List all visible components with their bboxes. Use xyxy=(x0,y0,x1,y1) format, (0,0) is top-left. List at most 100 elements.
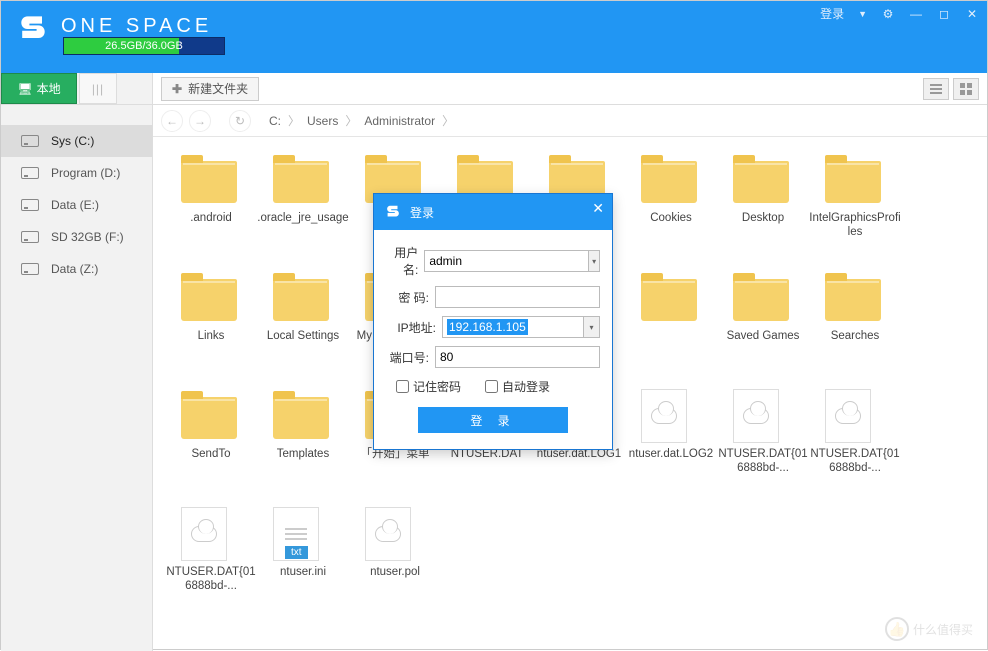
password-label: 密 码: xyxy=(386,289,429,306)
folder-icon xyxy=(733,279,789,321)
file-label: .android xyxy=(190,211,232,225)
file-item[interactable]: .android xyxy=(165,149,257,267)
toolbar: ✚ 新建文件夹 xyxy=(153,73,987,105)
sidebar: 🖥 本地 ||| Sys (C:) Program (D:)Data (E:) SD… xyxy=(1,73,153,651)
drive-item[interactable]: Data (Z:) xyxy=(1,253,152,285)
port-label: 端口号: xyxy=(386,349,429,366)
app-header: ONE SPACE 26.5GB/36.0GB 登录 ▼ ⚙ — ◻ ✕ xyxy=(1,1,987,73)
close-button[interactable]: ✕ xyxy=(965,7,979,21)
drive-item[interactable]: SD 32GB (F:) xyxy=(1,221,152,253)
username-dropdown-icon[interactable]: ▾ xyxy=(589,250,600,272)
login-dropdown-icon[interactable]: ▼ xyxy=(858,9,867,19)
file-label: NTUSER.DAT{016888bd-... xyxy=(809,447,901,475)
port-input[interactable] xyxy=(435,346,600,368)
view-grid-button[interactable] xyxy=(953,78,979,100)
drive-icon xyxy=(21,231,39,243)
dialog-header[interactable]: 登录 ✕ xyxy=(374,194,612,230)
file-item[interactable]: Cookies xyxy=(625,149,717,267)
folder-icon xyxy=(273,397,329,439)
drive-icon xyxy=(21,199,39,211)
folder-icon xyxy=(733,161,789,203)
file-icon xyxy=(825,389,871,443)
cloud-icon xyxy=(743,408,769,424)
settings-icon[interactable]: ⚙ xyxy=(881,7,895,21)
file-label: ntuser.pol xyxy=(370,565,420,579)
drive-item[interactable]: Sys (C:) xyxy=(1,125,152,157)
file-icon xyxy=(365,507,411,561)
drive-icon xyxy=(21,167,39,179)
file-item[interactable]: Local Settings xyxy=(257,267,349,385)
file-icon: txt xyxy=(273,507,319,561)
header-login-link[interactable]: 登录 xyxy=(820,5,844,22)
username-input[interactable] xyxy=(424,250,589,272)
file-icon xyxy=(181,507,227,561)
dialog-close-button[interactable]: ✕ xyxy=(592,200,604,217)
nav-forward-button[interactable]: → xyxy=(189,110,211,132)
app-title: ONE SPACE xyxy=(61,15,212,38)
file-label: ntuser.dat.LOG2 xyxy=(629,447,713,461)
storage-text: 26.5GB/36.0GB xyxy=(105,40,183,52)
chevron-right-icon: 〉 xyxy=(345,112,357,129)
drive-label: Data (Z:) xyxy=(51,262,98,276)
drive-item[interactable]: Data (E:) xyxy=(1,189,152,221)
file-item[interactable]: NTUSER.DAT{016888bd-... xyxy=(165,503,257,621)
nav-back-button[interactable]: ← xyxy=(161,110,183,132)
file-item[interactable]: Desktop xyxy=(717,149,809,267)
file-label: Templates xyxy=(277,447,329,461)
file-item[interactable]: Links xyxy=(165,267,257,385)
file-label: Cookies xyxy=(650,211,692,225)
file-item[interactable]: ntuser.pol xyxy=(349,503,441,621)
password-input[interactable] xyxy=(435,286,600,308)
remember-password-checkbox[interactable]: 记住密码 xyxy=(396,378,461,395)
file-item[interactable]: txtntuser.ini xyxy=(257,503,349,621)
view-list-button[interactable] xyxy=(923,78,949,100)
file-item[interactable]: ntuser.dat.LOG2 xyxy=(625,385,717,503)
folder-icon xyxy=(181,397,237,439)
folder-icon xyxy=(641,161,697,203)
login-submit-button[interactable]: 登 录 xyxy=(418,407,568,433)
local-tab[interactable]: 🖥 本地 xyxy=(1,73,77,104)
file-item[interactable]: .oracle_jre_usage xyxy=(257,149,349,267)
drive-icon xyxy=(21,263,39,275)
file-label: Searches xyxy=(831,329,880,343)
file-label: Saved Games xyxy=(727,329,800,343)
file-item[interactable]: Templates xyxy=(257,385,349,503)
minimize-button[interactable]: — xyxy=(909,7,923,21)
auto-login-checkbox[interactable]: 自动登录 xyxy=(485,378,550,395)
breadcrumb-segment[interactable]: Administrator xyxy=(358,112,441,130)
file-icon xyxy=(733,389,779,443)
new-folder-button[interactable]: ✚ 新建文件夹 xyxy=(161,77,259,101)
chevron-right-icon: 〉 xyxy=(442,112,454,129)
file-item[interactable]: Searches xyxy=(809,267,901,385)
file-item[interactable]: NTUSER.DAT{016888bd-... xyxy=(809,385,901,503)
dialog-logo-icon xyxy=(384,203,402,221)
file-item[interactable] xyxy=(625,267,717,385)
breadcrumb-segment[interactable]: C: xyxy=(263,112,287,130)
monitor-icon: 🖥 xyxy=(17,82,32,96)
file-item[interactable]: SendTo xyxy=(165,385,257,503)
refresh-button[interactable]: ↻ xyxy=(229,110,251,132)
ip-dropdown-icon[interactable]: ▾ xyxy=(584,316,600,338)
breadcrumb-segment[interactable]: Users xyxy=(301,112,344,130)
other-tab[interactable]: ||| xyxy=(79,73,117,104)
folder-icon xyxy=(181,161,237,203)
drive-item[interactable]: Program (D:) xyxy=(1,157,152,189)
file-item[interactable]: Saved Games xyxy=(717,267,809,385)
file-label: Local Settings xyxy=(267,329,339,343)
chevron-right-icon: 〉 xyxy=(288,112,300,129)
username-label: 用户名: xyxy=(386,244,418,278)
file-label: IntelGraphicsProfiles xyxy=(809,211,901,239)
breadcrumb-bar: ← → ↻ C:〉Users〉Administrator〉 xyxy=(153,105,987,137)
file-icon xyxy=(641,389,687,443)
drive-label: SD 32GB (F:) xyxy=(51,230,124,244)
file-label: SendTo xyxy=(191,447,230,461)
drive-label: Sys (C:) xyxy=(51,134,94,148)
maximize-button[interactable]: ◻ xyxy=(937,7,951,21)
folder-icon xyxy=(825,279,881,321)
file-item[interactable]: NTUSER.DAT{016888bd-... xyxy=(717,385,809,503)
file-label: Links xyxy=(198,329,225,343)
file-item[interactable]: IntelGraphicsProfiles xyxy=(809,149,901,267)
ip-input[interactable]: 192.168.1.105 xyxy=(442,316,584,338)
cloud-icon xyxy=(191,526,217,542)
login-dialog: 登录 ✕ 用户名: ▾ 密 码: IP地址: 192.168.1.105 ▾ 端… xyxy=(373,193,613,450)
